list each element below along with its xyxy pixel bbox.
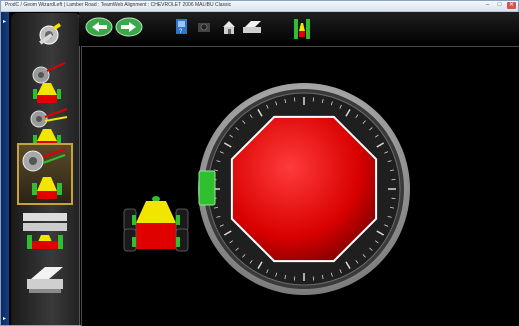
camera-button[interactable]: [197, 17, 211, 41]
back-button[interactable]: [85, 17, 113, 41]
print-icon: [243, 21, 261, 33]
minimize-button[interactable]: –: [483, 2, 492, 9]
home-button[interactable]: [221, 17, 237, 41]
wrench-adjust-icon: [39, 23, 61, 45]
tolerance-indicator: [230, 115, 378, 263]
wheel-runout-icon: [32, 62, 66, 103]
camera-icon: [198, 23, 210, 32]
sidebar-item-runout[interactable]: [17, 61, 73, 109]
print-button[interactable]: [241, 17, 263, 41]
position-marker: [198, 170, 216, 206]
expand-arrow-icon: ▸: [3, 316, 7, 322]
close-button[interactable]: ✕: [507, 2, 516, 9]
sidebar-item-measurements[interactable]: [17, 209, 73, 253]
vehicle-level-icon: [294, 19, 310, 39]
sidebar-item-adjust[interactable]: [17, 17, 73, 51]
adjustment-view: [81, 46, 519, 326]
measurement-grid-icon: [23, 213, 67, 249]
app-window: ProdC / Geom WizardLeft | Lamber Road : …: [0, 0, 519, 326]
home-icon: [223, 21, 235, 34]
sidebar-item-wheel-adjust[interactable]: [17, 143, 73, 205]
procedure-sidebar: [11, 13, 80, 325]
printer-report-icon: [27, 267, 63, 293]
vehicle-level-button[interactable]: [291, 17, 313, 41]
title-bar: ProdC / Geom WizardLeft | Lamber Road : …: [1, 1, 518, 12]
collapse-rail[interactable]: ▸ ▸: [1, 12, 9, 325]
next-arrow-icon: [115, 17, 143, 37]
toolbar: ?: [79, 12, 519, 46]
window-title: ProdC / Geom WizardLeft | Lamber Road : …: [5, 2, 232, 8]
window-controls: – □ ✕: [483, 2, 516, 9]
next-button[interactable]: [115, 17, 143, 41]
help-button[interactable]: ?: [175, 17, 189, 41]
collapse-arrow-icon: ▸: [3, 19, 7, 25]
help-icon: ?: [176, 19, 187, 35]
vehicle-top-view: [123, 196, 189, 252]
maximize-button[interactable]: □: [495, 2, 504, 9]
back-arrow-icon: [85, 17, 113, 37]
wheel-adjust-active-icon: [22, 148, 66, 199]
alignment-gauge: [198, 83, 410, 295]
sidebar-item-print[interactable]: [17, 257, 73, 297]
